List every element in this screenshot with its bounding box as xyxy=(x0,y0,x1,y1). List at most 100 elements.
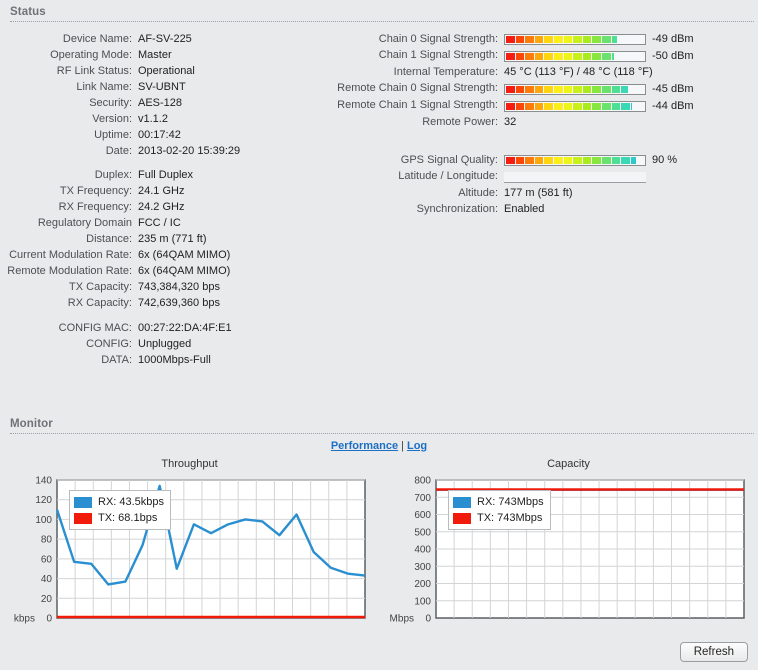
status-row-label: Chain 0 Signal Strength: xyxy=(378,32,498,45)
svg-text:60: 60 xyxy=(41,554,53,565)
tab-log[interactable]: Log xyxy=(407,440,427,452)
status-row-value: 90 % xyxy=(504,152,677,169)
chart-capacity-legend-label: RX: 743Mbps xyxy=(477,496,544,508)
status-row-value: 1000Mbps-Full xyxy=(138,353,211,366)
status-row: Remote Chain 1 Signal Strength: -44 dBm xyxy=(335,98,694,115)
status-row: Remote Modulation Rate: 6x (64QAM MIMO) xyxy=(0,264,240,280)
status-section-title: Status xyxy=(10,6,46,18)
svg-text:700: 700 xyxy=(414,493,431,504)
chart-throughput-plot: 0 20 40 60 80 100 120 140 kbps RX: 43.5kbps TX: 68… xyxy=(0,474,379,639)
status-row: Duplex: Full Duplex xyxy=(0,159,240,184)
monitor-tabs: Performance | Log xyxy=(0,434,758,454)
tab-performance[interactable]: Performance xyxy=(331,440,398,452)
status-row-value: Master xyxy=(138,48,172,61)
status-row-label: RX Frequency: xyxy=(58,201,132,213)
svg-text:600: 600 xyxy=(414,510,431,521)
signal-bar-value: -50 dBm xyxy=(652,49,694,62)
chart-capacity-legend-swatch xyxy=(453,496,471,508)
status-row: Altitude: 177 m (581 ft) xyxy=(335,185,677,201)
svg-text:0: 0 xyxy=(46,614,52,625)
status-row: DATA: 1000Mbps-Full xyxy=(0,352,240,368)
status-row-label: Remote Modulation Rate: xyxy=(7,265,132,277)
chart-capacity-legend-item: TX: 743Mbps xyxy=(453,510,544,526)
status-row-label: Remote Power: xyxy=(422,116,498,129)
chart-capacity-legend-swatch xyxy=(453,512,471,524)
chart-capacity-svg: 0 100 200 300 400 500 600 700 800 Mbps xyxy=(390,476,745,625)
status-row-label: Security: xyxy=(89,96,132,109)
svg-text:40: 40 xyxy=(41,574,53,585)
status-row-value: AES-128 xyxy=(138,96,183,109)
status-row-value: Full Duplex xyxy=(138,169,194,181)
status-row-value: Unplugged xyxy=(138,337,192,350)
status-row-value: 742,639,360 bps xyxy=(138,297,220,309)
status-row-label: TX Frequency: xyxy=(59,185,132,197)
status-row: Remote Power: 32 xyxy=(335,115,694,131)
status-row: Link Name: SV-UBNT xyxy=(0,79,240,95)
chart-throughput-legend: RX: 43.5kbps TX: 68.1bps xyxy=(69,490,172,530)
monitor-body: Performance | Log Throughput 0 20 40 60 80 100 1… xyxy=(0,434,758,639)
charts-container: Throughput 0 20 40 60 80 100 120 140 kbps RX: 43.… xyxy=(0,454,758,639)
status-row-label: Duplex: xyxy=(94,169,132,181)
svg-text:80: 80 xyxy=(41,535,53,546)
latitude-longitude-field[interactable] xyxy=(504,171,646,183)
status-row: Remote Chain 0 Signal Strength: -45 dBm xyxy=(335,81,694,98)
status-body: Device Name: AF-SV-225 Operating Mode: Mast… xyxy=(0,22,758,412)
status-row: TX Capacity: 743,384,320 bps xyxy=(0,280,240,296)
status-row-label: Operating Mode: xyxy=(50,48,132,61)
status-row-value: 235 m (771 ft) xyxy=(138,233,207,245)
chart-capacity-legend-item: RX: 743Mbps xyxy=(453,494,544,510)
chart-capacity-legend: RX: 743Mbps TX: 743Mbps xyxy=(448,490,551,530)
signal-bar-value: -45 dBm xyxy=(652,82,694,95)
refresh-button[interactable]: Refresh xyxy=(679,642,748,662)
chart-throughput-legend-item: TX: 68.1bps xyxy=(74,510,164,526)
status-row: Chain 1 Signal Strength: -50 dBm xyxy=(335,48,694,65)
chart-throughput-svg: 0 20 40 60 80 100 120 140 kbps xyxy=(14,476,366,625)
svg-text:20: 20 xyxy=(41,594,53,605)
status-row-value: 00:27:22:DA:4F:E1 xyxy=(138,321,232,334)
status-row-label: Chain 1 Signal Strength: xyxy=(378,49,498,62)
status-row-value: FCC / IC xyxy=(138,217,181,229)
signal-bar xyxy=(504,100,646,112)
status-right-column: Chain 0 Signal Strength: -49 dBm Chain 1 S… xyxy=(335,31,694,131)
status-row-value: 2013-02-20 15:39:29 xyxy=(138,144,241,157)
status-row-value: 177 m (581 ft) xyxy=(504,186,573,199)
svg-text:Mbps: Mbps xyxy=(390,614,414,625)
status-section: Status Device Name: AF-SV-225 Operating Mo… xyxy=(0,0,758,412)
signal-bar-value: -44 dBm xyxy=(652,99,694,112)
status-row-value: 743,384,320 bps xyxy=(138,281,220,293)
signal-bar xyxy=(504,34,646,45)
status-row: Latitude / Longitude: xyxy=(335,169,677,186)
status-row-value: 32 xyxy=(504,116,517,129)
svg-text:kbps: kbps xyxy=(14,614,35,625)
chart-throughput-legend-swatch xyxy=(74,512,92,524)
status-row: Current Modulation Rate: 6x (64QAM MIMO) xyxy=(0,248,240,264)
status-row-label: CONFIG MAC: xyxy=(58,321,132,334)
status-row-value: 6x (64QAM MIMO) xyxy=(138,249,231,261)
tab-separator: | xyxy=(401,440,404,452)
svg-text:0: 0 xyxy=(425,614,431,625)
status-row-label: RX Capacity: xyxy=(67,297,132,309)
status-row: Regulatory Domain FCC / IC xyxy=(0,216,240,232)
status-row-label: Synchronization: xyxy=(416,202,498,215)
status-row-label: Regulatory Domain xyxy=(37,217,132,229)
status-row: Internal Temperature: 45 °C (113 °F) / 48… xyxy=(335,65,694,81)
status-row-label: Date: xyxy=(105,144,132,157)
signal-bar xyxy=(504,155,646,166)
status-row-label: Current Modulation Rate: xyxy=(9,249,132,261)
status-row-label: Altitude: xyxy=(458,186,498,199)
status-row-value: v1.1.2 xyxy=(138,112,168,125)
status-row: Security: AES-128 xyxy=(0,95,240,111)
chart-throughput-legend-swatch xyxy=(74,496,92,508)
svg-text:400: 400 xyxy=(414,545,431,556)
status-row-label: Remote Chain 0 Signal Strength: xyxy=(337,82,498,95)
svg-text:800: 800 xyxy=(414,476,431,487)
status-row-label: CONFIG: xyxy=(86,337,132,350)
monitor-section-title: Monitor xyxy=(10,418,53,430)
status-row: Device Name: AF-SV-225 xyxy=(0,31,240,47)
status-row-label: Distance: xyxy=(86,233,132,245)
status-row-value: -49 dBm xyxy=(504,31,694,48)
chart-throughput-legend-label: TX: 68.1bps xyxy=(98,512,158,524)
chart-capacity-legend-label: TX: 743Mbps xyxy=(477,512,543,524)
chart-throughput: Throughput 0 20 40 60 80 100 120 140 kbps RX: 43.… xyxy=(0,458,379,639)
signal-bar xyxy=(504,83,646,95)
